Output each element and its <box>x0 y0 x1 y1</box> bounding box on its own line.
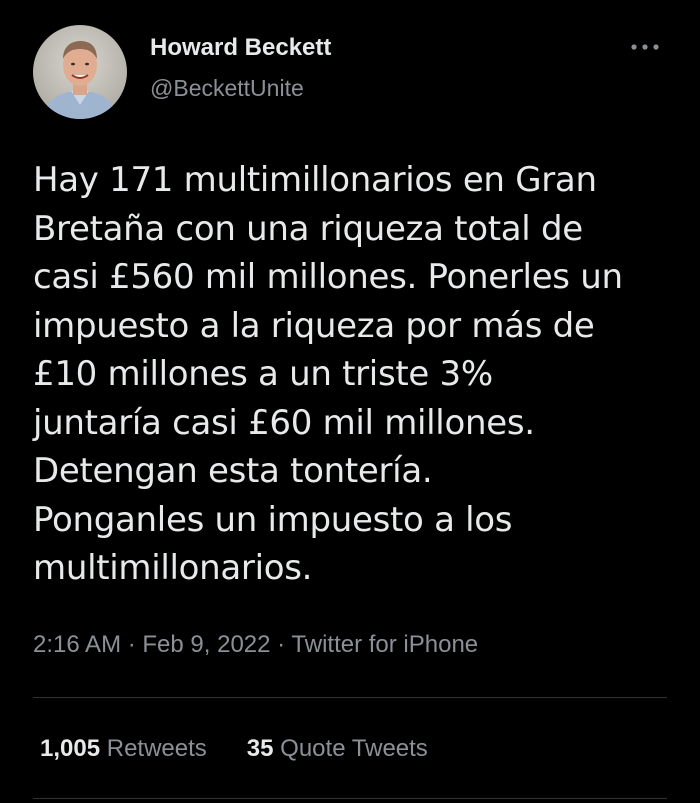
quote-tweets-count: 35 <box>246 735 274 762</box>
retweets-stat[interactable]: 1,005 Retweets <box>40 735 207 763</box>
avatar[interactable] <box>33 25 127 119</box>
author-display-name[interactable]: Howard Beckett <box>150 34 331 62</box>
more-options-button[interactable] <box>622 32 668 62</box>
meta-separator: · <box>270 631 292 658</box>
divider <box>33 798 667 799</box>
tweet-date[interactable]: Feb 9, 2022 <box>142 631 270 658</box>
tweet: Howard Beckett @BeckettUnite Hay 171 mul… <box>0 0 700 803</box>
quote-tweets-label: Quote Tweets <box>280 735 428 762</box>
retweets-count: 1,005 <box>40 735 101 762</box>
author-handle[interactable]: @BeckettUnite <box>150 75 304 102</box>
tweet-text: Hay 171 multimillonarios en Gran Bretaña… <box>33 160 623 588</box>
tweet-metadata: 2:16 AM · Feb 9, 2022 · Twitter for iPho… <box>33 631 478 659</box>
meta-separator: · <box>121 631 143 658</box>
quote-tweets-stat[interactable]: 35 Quote Tweets <box>247 735 428 763</box>
avatar-photo-icon <box>33 25 127 119</box>
tweet-stats: 1,005 Retweets 35 Quote Tweets <box>40 735 428 763</box>
more-horizontal-icon <box>631 44 659 50</box>
divider <box>33 697 667 698</box>
tweet-source[interactable]: Twitter for iPhone <box>291 631 478 658</box>
retweets-label: Retweets <box>106 735 207 762</box>
tweet-time[interactable]: 2:16 AM <box>33 631 121 658</box>
